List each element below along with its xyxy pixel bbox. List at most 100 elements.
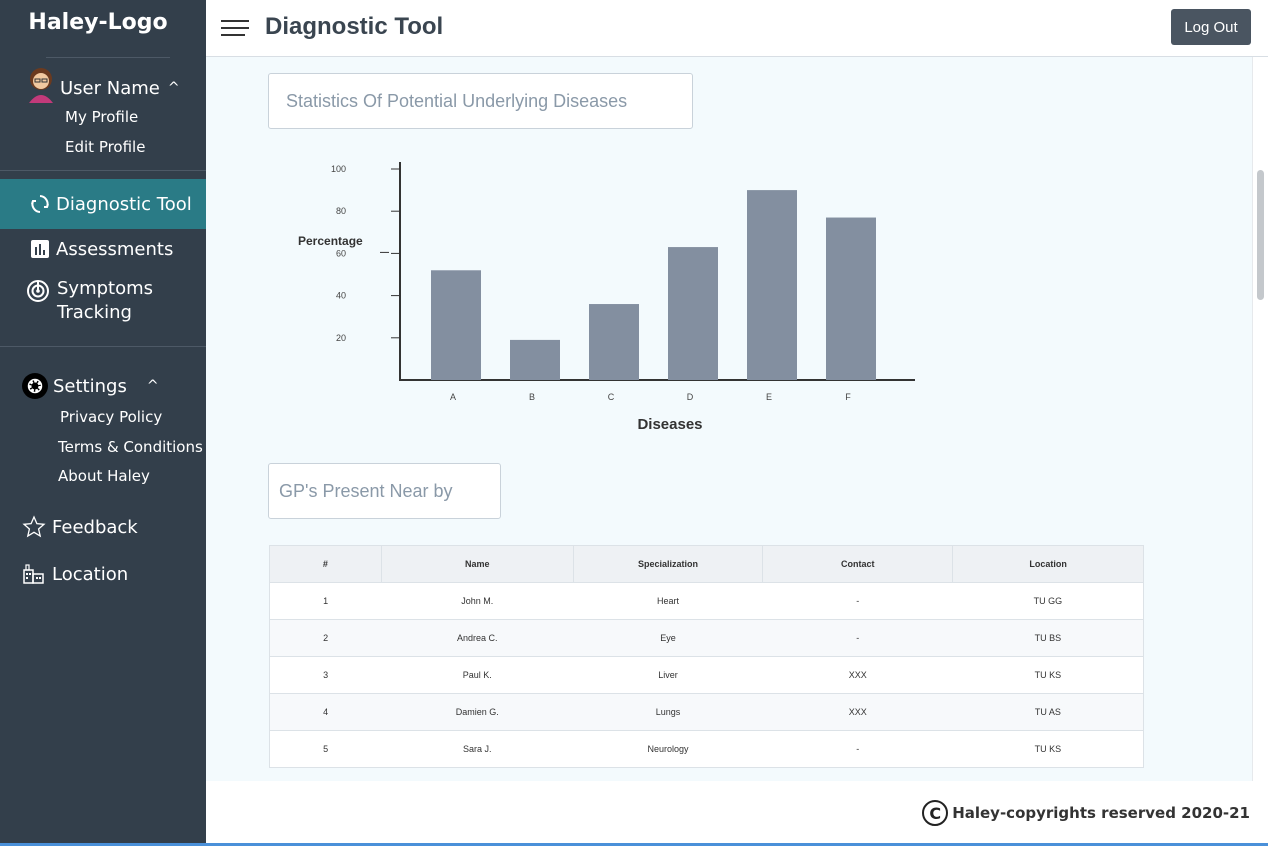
y-tick-label: 40 bbox=[336, 291, 346, 301]
sidebar-item-diagnostic-tool[interactable]: Diagnostic Tool bbox=[0, 179, 206, 229]
y-tick-label: 60 bbox=[336, 248, 346, 258]
copyright-text: Haley-copyrights reserved 2020-21 bbox=[952, 804, 1250, 822]
gp-contact: XXX bbox=[762, 693, 953, 731]
bar-f bbox=[826, 217, 876, 380]
gp-location: TU BS bbox=[952, 619, 1144, 657]
copyright: C Haley-copyrights reserved 2020-21 bbox=[922, 800, 1250, 826]
gp-specialization: Lungs bbox=[573, 693, 763, 731]
gp-specialization: Neurology bbox=[573, 730, 763, 768]
row-number: 2 bbox=[269, 619, 382, 657]
footer: C Haley-copyrights reserved 2020-21 bbox=[206, 781, 1268, 846]
table-row[interactable]: 5 Sara J. Neurology - TU KS bbox=[269, 730, 1144, 768]
gp-location: TU KS bbox=[952, 730, 1144, 768]
divider bbox=[0, 346, 206, 347]
table-row[interactable]: 4 Damien G. Lungs XXX TU AS bbox=[269, 693, 1144, 731]
bar-chart-icon bbox=[28, 237, 52, 261]
x-tick-label: C bbox=[608, 392, 615, 402]
gp-contact: - bbox=[762, 619, 953, 657]
star-icon bbox=[22, 515, 46, 539]
sidebar-item-terms-conditions[interactable]: Terms & Conditions bbox=[58, 438, 203, 456]
sidebar: Haley-Logo User Name ^ My Profile Edit P… bbox=[0, 0, 206, 846]
gp-specialization: Heart bbox=[573, 582, 763, 620]
table-header-row: # Name Specialization Contact Location bbox=[269, 545, 1144, 583]
sidebar-item-feedback[interactable]: Feedback bbox=[0, 513, 206, 541]
chevron-up-icon[interactable]: ^ bbox=[147, 378, 159, 394]
row-number: 1 bbox=[269, 582, 382, 620]
sidebar-item-location[interactable]: Location bbox=[0, 560, 206, 588]
sidebar-item-my-profile[interactable]: My Profile bbox=[65, 108, 138, 126]
sidebar-item-privacy-policy[interactable]: Privacy Policy bbox=[60, 408, 162, 426]
chevron-up-icon[interactable]: ^ bbox=[168, 80, 180, 96]
bar-b bbox=[510, 339, 560, 380]
table-row[interactable]: 2 Andrea C. Eye - TU BS bbox=[269, 619, 1144, 657]
gp-name: Paul K. bbox=[381, 656, 574, 694]
y-tick-label: 20 bbox=[336, 333, 346, 343]
sidebar-item-settings[interactable]: Settings ^ bbox=[0, 372, 206, 400]
gp-contact: - bbox=[762, 730, 953, 768]
sidebar-item-label: Settings bbox=[53, 375, 127, 397]
gp-name: Andrea C. bbox=[381, 619, 574, 657]
gp-specialization: Eye bbox=[573, 619, 763, 657]
gp-location: TU AS bbox=[952, 693, 1144, 731]
sidebar-item-label: Location bbox=[52, 563, 129, 585]
x-tick-label: E bbox=[766, 392, 772, 402]
bar-a bbox=[431, 270, 481, 380]
refresh-icon bbox=[28, 192, 52, 216]
divider bbox=[46, 57, 170, 58]
gear-icon bbox=[22, 373, 48, 399]
disease-bar-chart: 20 40 60 80 100 Percentage A B C D E F Diseases bbox=[298, 162, 915, 433]
bar-c bbox=[589, 304, 639, 380]
main-content: Statistics Of Potential Underlying Disea… bbox=[206, 57, 1252, 781]
sidebar-item-label: Diagnostic Tool bbox=[56, 193, 192, 215]
stats-section-title: Statistics Of Potential Underlying Disea… bbox=[268, 73, 693, 129]
table-row[interactable]: 1 John M. Heart - TU GG bbox=[269, 582, 1144, 620]
user-name: User Name bbox=[60, 77, 160, 99]
gp-location: TU GG bbox=[952, 582, 1144, 620]
page-title: Diagnostic Tool bbox=[265, 13, 444, 40]
bar-e bbox=[747, 190, 797, 380]
column-header: Location bbox=[952, 545, 1144, 583]
log-out-button[interactable]: Log Out bbox=[1171, 9, 1251, 45]
sidebar-item-edit-profile[interactable]: Edit Profile bbox=[65, 138, 145, 156]
column-header: Name bbox=[380, 545, 574, 583]
hamburger-menu-icon[interactable] bbox=[221, 20, 249, 38]
scrollbar-thumb[interactable] bbox=[1257, 170, 1264, 300]
column-header: Contact bbox=[762, 545, 954, 583]
copyright-icon: C bbox=[922, 800, 949, 826]
sidebar-item-label: Tracking bbox=[57, 302, 132, 323]
sidebar-item-label: Symptoms bbox=[57, 278, 154, 299]
gp-name: Sara J. bbox=[381, 730, 574, 768]
app-logo[interactable]: Haley-Logo bbox=[0, 10, 196, 35]
sidebar-item-about-haley[interactable]: About Haley bbox=[58, 467, 150, 485]
x-tick-label: F bbox=[845, 392, 851, 402]
y-tick-label: 100 bbox=[331, 164, 346, 174]
divider bbox=[0, 170, 206, 171]
x-tick-label: A bbox=[450, 392, 456, 402]
sidebar-item-assessments[interactable]: Assessments bbox=[0, 235, 206, 263]
table-row[interactable]: 3 Paul K. Liver XXX TU KS bbox=[269, 656, 1144, 694]
gp-table: # Name Specialization Contact Location 1… bbox=[269, 545, 1144, 768]
y-axis-label: Percentage bbox=[298, 234, 363, 248]
sidebar-item-symptoms-tracking[interactable]: Symptoms Tracking bbox=[26, 277, 206, 327]
x-tick-label: D bbox=[687, 392, 694, 402]
top-bar: Diagnostic Tool Log Out bbox=[206, 0, 1268, 57]
scrollbar[interactable] bbox=[1252, 57, 1268, 781]
row-number: 5 bbox=[269, 730, 382, 768]
bar-d bbox=[668, 247, 718, 380]
gp-contact: - bbox=[762, 582, 953, 620]
gp-name: John M. bbox=[381, 582, 574, 620]
building-icon bbox=[22, 562, 46, 586]
gp-specialization: Liver bbox=[573, 656, 763, 694]
gp-section-title: GP's Present Near by bbox=[268, 463, 501, 519]
avatar bbox=[24, 65, 58, 103]
y-tick-label: 80 bbox=[336, 206, 346, 216]
target-icon bbox=[26, 279, 50, 303]
sidebar-item-label: Feedback bbox=[52, 516, 138, 538]
gp-location: TU KS bbox=[952, 656, 1144, 694]
row-number: 3 bbox=[269, 656, 382, 694]
column-header: # bbox=[269, 545, 382, 583]
user-menu[interactable]: User Name ^ bbox=[24, 64, 180, 104]
gp-name: Damien G. bbox=[381, 693, 574, 731]
x-axis-label: Diseases bbox=[637, 416, 702, 433]
gp-contact: XXX bbox=[762, 656, 953, 694]
